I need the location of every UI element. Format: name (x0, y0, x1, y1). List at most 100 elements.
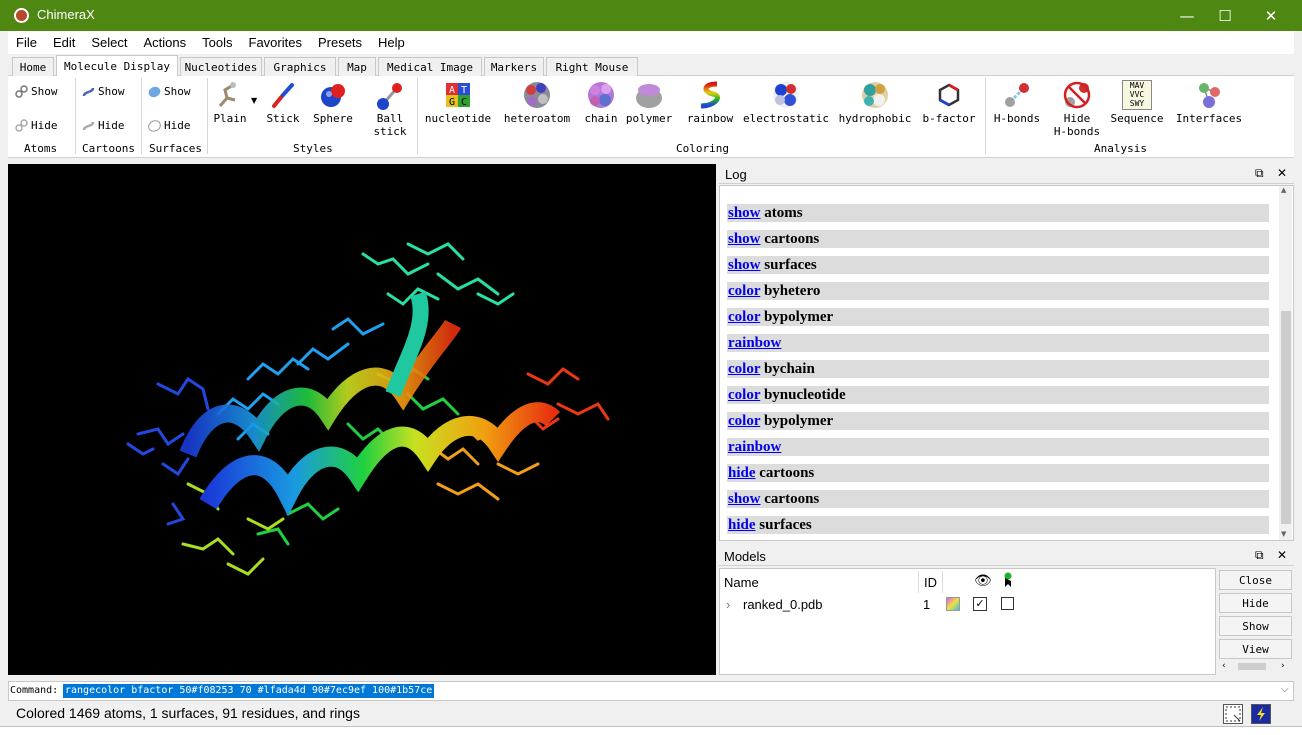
color-rainbow-button[interactable]: rainbow (685, 80, 735, 125)
tab-nucleotides[interactable]: Nucleotides (180, 57, 262, 76)
hbonds-button[interactable]: H-bonds (991, 80, 1043, 125)
color-hydrophobic-button[interactable]: hydrophobic (837, 80, 913, 125)
color-electrostatic-button[interactable]: electrostatic (743, 80, 829, 125)
polymer-label: polymer (625, 112, 673, 125)
expand-chevron-icon[interactable]: › (726, 597, 730, 612)
menu-select[interactable]: Select (83, 35, 135, 50)
sequence-icon-line1: MAV (1129, 81, 1145, 90)
stick-style-icon (268, 80, 298, 110)
hide-atoms-button[interactable]: Hide (15, 119, 58, 132)
divider (942, 571, 943, 593)
tab-graphics[interactable]: Graphics (264, 57, 336, 76)
tab-molecule-display[interactable]: Molecule Display (56, 55, 178, 76)
menu-actions[interactable]: Actions (136, 35, 195, 50)
atoms-show-icon (15, 85, 28, 98)
hide-cartoons-button[interactable]: Hide (82, 119, 125, 132)
show-cartoons-button[interactable]: Show (82, 85, 125, 98)
command-input[interactable]: rangecolor bfactor 50#f08253 70 #lfada4d… (63, 684, 435, 698)
hide-surfaces-button[interactable]: Hide (148, 119, 191, 132)
close-model-button[interactable]: Close (1219, 570, 1292, 590)
show-surfaces-button[interactable]: Show (148, 85, 191, 98)
log-command-link[interactable]: hide (728, 517, 756, 533)
model-selected-checkbox[interactable] (1001, 597, 1014, 610)
model-shown-checkbox[interactable]: ✓ (973, 597, 987, 611)
color-bfactor-button[interactable]: b-factor (921, 80, 977, 125)
menu-bar: File Edit Select Actions Tools Favorites… (8, 31, 1294, 54)
window-titlebar: ChimeraX — ☐ ✕ (0, 0, 1302, 31)
tab-markers[interactable]: Markers (484, 57, 544, 76)
hide-model-button[interactable]: Hide (1219, 593, 1292, 613)
color-chain-button[interactable]: chain (579, 80, 623, 125)
heteroatom-label: heteroatom (503, 112, 571, 125)
menu-edit[interactable]: Edit (45, 35, 83, 50)
log-command-link[interactable]: color (728, 387, 760, 403)
interfaces-label: Interfaces (1175, 112, 1243, 125)
interfaces-button[interactable]: Interfaces (1174, 80, 1244, 125)
close-models-icon[interactable]: ✕ (1277, 548, 1287, 562)
log-command-link[interactable]: hide (728, 465, 756, 481)
select-pointer-icon (1002, 572, 1014, 591)
tab-map[interactable]: Map (338, 57, 376, 76)
scroll-left-icon[interactable]: ‹ (1222, 661, 1226, 671)
menu-tools[interactable]: Tools (194, 35, 240, 50)
column-header-id[interactable]: ID (924, 575, 937, 590)
model-name-cell[interactable]: ranked_0.pdb (743, 597, 823, 612)
menu-help[interactable]: Help (370, 35, 413, 50)
log-entry: color bynucleotide (727, 386, 1269, 404)
nucleotide-color-icon: A T G C (443, 80, 473, 110)
log-command-link[interactable]: show (728, 231, 761, 247)
tab-home[interactable]: Home (12, 57, 54, 76)
log-command-link[interactable]: color (728, 361, 760, 377)
show-model-button[interactable]: Show (1219, 616, 1292, 636)
log-command-link[interactable]: color (728, 309, 760, 325)
dropdown-arrow-icon[interactable]: ▼ (251, 96, 257, 105)
color-heteroatom-button[interactable]: heteroatom (501, 80, 573, 125)
style-sphere-button[interactable]: Sphere (313, 80, 353, 125)
models-hscroll-thumb[interactable] (1238, 663, 1266, 670)
log-entry: color byhetero (727, 282, 1269, 300)
log-command-link[interactable]: color (728, 413, 760, 429)
chevron-down-icon[interactable]: ⌵ (1281, 684, 1289, 695)
sequence-icon-line3: SWY (1129, 99, 1145, 108)
lightning-icon[interactable] (1251, 704, 1271, 724)
log-command-link[interactable]: color (728, 283, 760, 299)
undock-icon[interactable]: ⧉ (1255, 548, 1264, 563)
color-nucleotide-button[interactable]: A T G C nucleotide (425, 80, 491, 125)
log-command-link[interactable]: show (728, 491, 761, 507)
log-entry: hide cartoons (727, 464, 1269, 482)
log-scrollbar[interactable]: ▲ ▼ (1279, 186, 1292, 540)
undock-icon[interactable]: ⧉ (1255, 166, 1264, 181)
maximize-button[interactable]: ☐ (1202, 0, 1248, 31)
hide-hbonds-button[interactable]: Hide H-bonds (1051, 80, 1103, 138)
tab-right-mouse[interactable]: Right Mouse (546, 57, 638, 76)
column-header-name[interactable]: Name (724, 575, 759, 590)
menu-favorites[interactable]: Favorites (241, 35, 310, 50)
color-polymer-button[interactable]: polymer (625, 80, 673, 125)
tab-medical-image[interactable]: Medical Image (378, 57, 482, 76)
style-stick-button[interactable]: Stick (265, 80, 301, 125)
model-color-swatch[interactable] (946, 597, 960, 611)
heteroatom-color-icon (522, 80, 552, 110)
sphere-style-icon (318, 80, 348, 110)
log-command-link[interactable]: rainbow (728, 335, 781, 351)
log-scrollbar-thumb[interactable] (1281, 311, 1291, 524)
log-command-link[interactable]: show (728, 257, 761, 273)
scroll-down-icon[interactable]: ▼ (1281, 530, 1286, 538)
close-window-button[interactable]: ✕ (1248, 0, 1294, 31)
style-ball-stick-button[interactable]: Ball stick (370, 80, 410, 138)
menu-file[interactable]: File (8, 35, 45, 50)
selection-mode-icon[interactable] (1223, 704, 1243, 724)
close-log-icon[interactable]: ✕ (1277, 166, 1287, 180)
log-command-link[interactable]: rainbow (728, 439, 781, 455)
menu-presets[interactable]: Presets (310, 35, 370, 50)
atoms-show-label: Show (31, 85, 58, 98)
sequence-button[interactable]: MAV VVC SWY Sequence (1111, 80, 1164, 125)
scroll-right-icon[interactable]: › (1281, 661, 1285, 671)
show-atoms-button[interactable]: Show (15, 85, 58, 98)
view-model-button[interactable]: View (1219, 639, 1292, 659)
plain-label: Plain (213, 112, 247, 125)
graphics-viewport[interactable] (8, 164, 716, 675)
scroll-up-icon[interactable]: ▲ (1281, 186, 1286, 194)
log-command-link[interactable]: show (728, 205, 761, 221)
style-plain-button[interactable]: Plain (212, 80, 248, 125)
